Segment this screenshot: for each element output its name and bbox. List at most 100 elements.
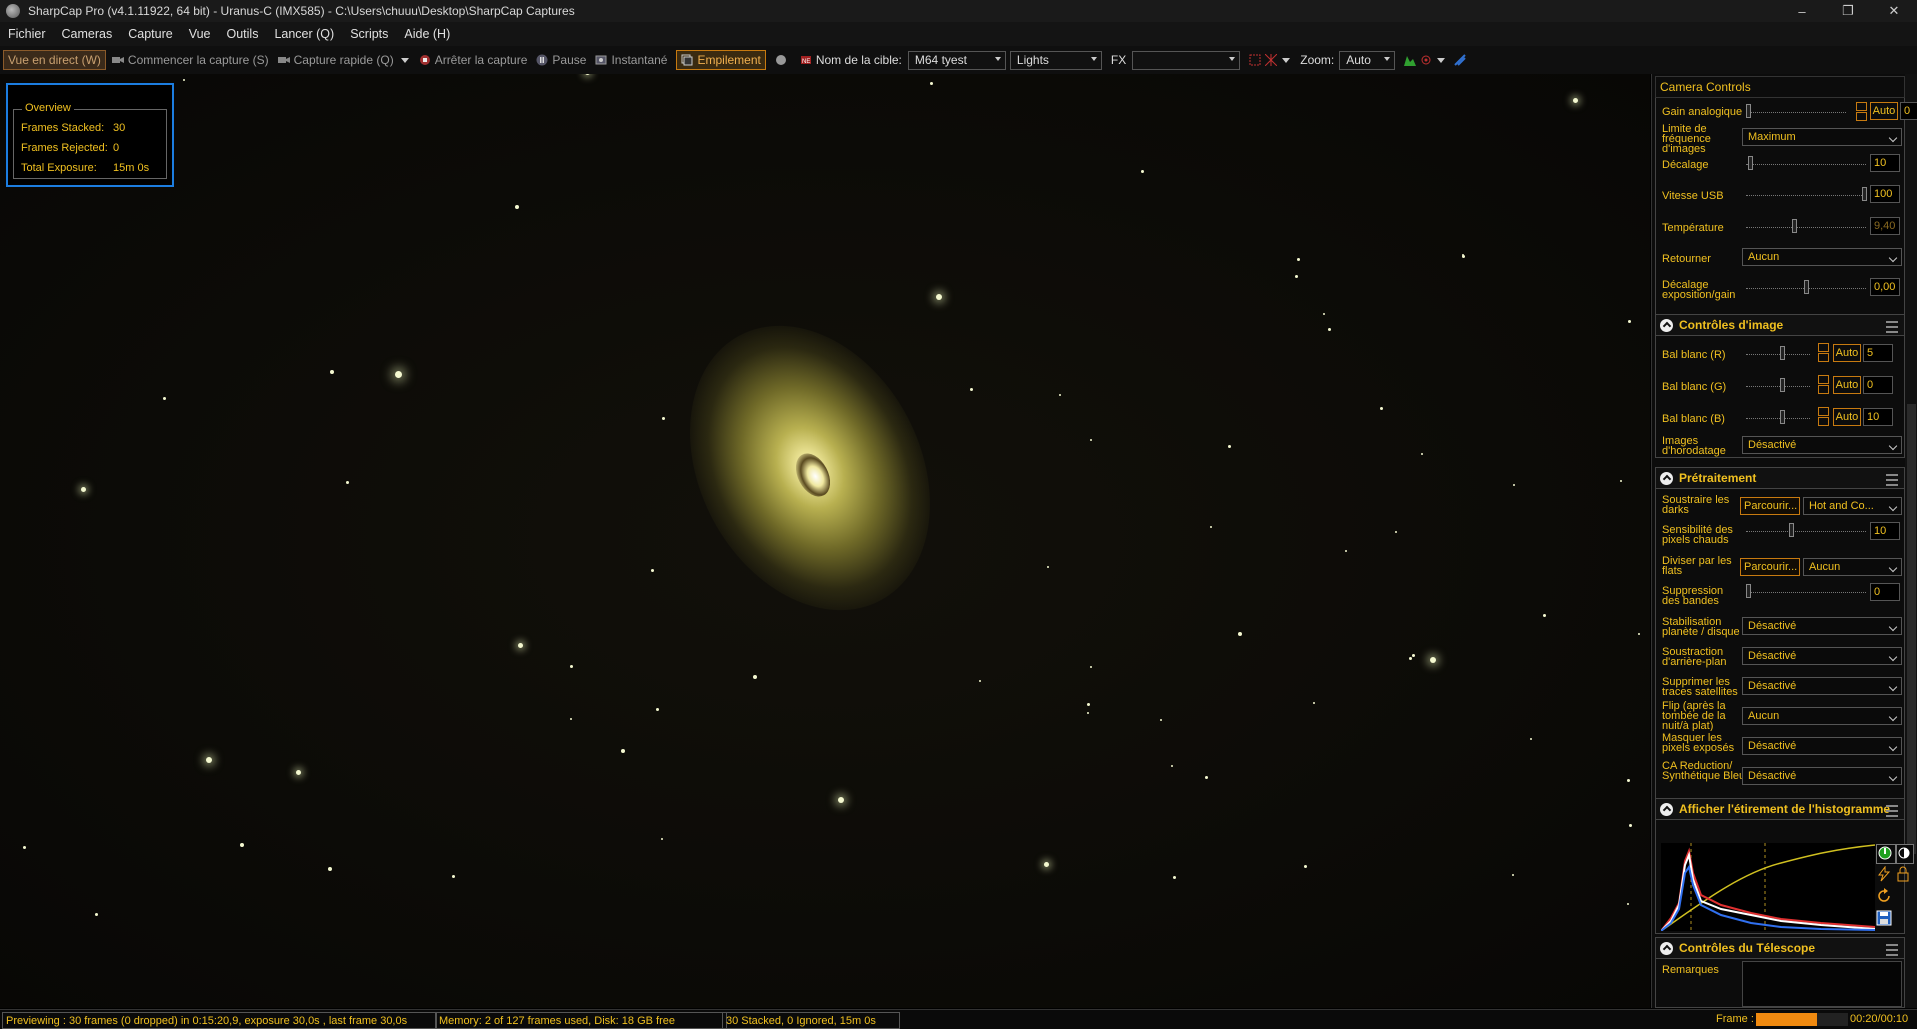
gain-auto-button[interactable]: Auto bbox=[1870, 102, 1898, 120]
preprocessing-header[interactable]: Prétraitement bbox=[1655, 467, 1905, 489]
wb-blue-slider-thumb[interactable] bbox=[1780, 410, 1785, 424]
stop-capture-button[interactable]: Arrêter la capture bbox=[419, 53, 527, 67]
menu-icon[interactable] bbox=[1886, 474, 1898, 486]
zoom-select[interactable]: Auto bbox=[1339, 50, 1396, 70]
pause-button[interactable]: Pause bbox=[536, 53, 586, 67]
polar-align-icon[interactable] bbox=[1454, 54, 1466, 66]
image-controls-header[interactable]: Contrôles d'image bbox=[1655, 314, 1905, 336]
offset-value[interactable]: 10 bbox=[1870, 154, 1900, 172]
menu-fichier[interactable]: Fichier bbox=[0, 27, 54, 41]
gain-spin-down[interactable] bbox=[1856, 112, 1867, 121]
wb-green-spin-down[interactable] bbox=[1818, 385, 1829, 394]
banding-value[interactable]: 0 bbox=[1870, 583, 1900, 601]
banding-slider[interactable] bbox=[1746, 584, 1866, 598]
gain-spin-up[interactable] bbox=[1856, 102, 1867, 111]
fps-select[interactable]: Maximum bbox=[1742, 128, 1902, 146]
menu-cameras[interactable]: Cameras bbox=[54, 27, 121, 41]
target-name-combo[interactable]: M64 tyest bbox=[907, 50, 1006, 70]
timestamp-select[interactable]: Désactivé bbox=[1742, 436, 1902, 454]
scrollbar-thumb[interactable] bbox=[1907, 404, 1916, 854]
darks-browse-button[interactable]: Parcourir... bbox=[1740, 497, 1800, 515]
wb-red-slider[interactable] bbox=[1746, 346, 1810, 360]
wb-green-value[interactable]: 0 bbox=[1863, 376, 1893, 394]
hotpix-value[interactable]: 10 bbox=[1870, 522, 1900, 540]
wb-red-spin-down[interactable] bbox=[1818, 353, 1829, 362]
wb-green-auto-button[interactable]: Auto bbox=[1833, 376, 1861, 394]
histogram-auto-stretch-button[interactable] bbox=[1876, 865, 1894, 884]
hotpix-slider-thumb[interactable] bbox=[1789, 523, 1794, 537]
selection-rect-icon[interactable] bbox=[1249, 54, 1261, 66]
image-viewport[interactable] bbox=[0, 74, 1650, 1008]
histogram-save-button[interactable] bbox=[1876, 910, 1894, 928]
collapse-icon[interactable] bbox=[1660, 941, 1673, 955]
histogram-icon[interactable] bbox=[1404, 54, 1417, 66]
menu-vue[interactable]: Vue bbox=[181, 27, 219, 41]
start-capture-button[interactable]: Commencer la capture (S) bbox=[111, 53, 269, 67]
wb-red-slider-thumb[interactable] bbox=[1780, 346, 1785, 360]
menu-outils[interactable]: Outils bbox=[219, 27, 267, 41]
offset-slider[interactable] bbox=[1746, 156, 1866, 170]
exposure-gain-slider[interactable] bbox=[1746, 280, 1866, 294]
gain-value[interactable]: 0 bbox=[1900, 102, 1917, 120]
wb-green-spin-up[interactable] bbox=[1818, 375, 1829, 384]
stabilization-select[interactable]: Désactivé bbox=[1742, 617, 1902, 635]
menu-icon[interactable] bbox=[1886, 805, 1898, 817]
satellite-trails-select[interactable]: Désactivé bbox=[1742, 677, 1902, 695]
menu-capture[interactable]: Capture bbox=[120, 27, 180, 41]
ca-reduction-select[interactable]: Désactivé bbox=[1742, 767, 1902, 785]
menu-scripts[interactable]: Scripts bbox=[342, 27, 396, 41]
wb-blue-spin-up[interactable] bbox=[1818, 407, 1829, 416]
exposure-gain-value[interactable]: 0,00 bbox=[1870, 278, 1900, 296]
wb-red-auto-button[interactable]: Auto bbox=[1833, 344, 1861, 362]
offset-slider-thumb[interactable] bbox=[1748, 156, 1753, 170]
menu-icon[interactable] bbox=[1886, 321, 1898, 333]
histogram-power-button[interactable] bbox=[1876, 844, 1896, 864]
wb-blue-auto-button[interactable]: Auto bbox=[1833, 408, 1861, 426]
quick-capture-button[interactable]: Capture rapide (Q) bbox=[277, 53, 410, 67]
usb-value[interactable]: 100 bbox=[1870, 185, 1900, 203]
histogram-contrast-button[interactable] bbox=[1896, 844, 1914, 864]
snapshot-button[interactable]: Instantané bbox=[595, 53, 667, 67]
menu-lancer[interactable]: Lancer (Q) bbox=[266, 27, 342, 41]
live-view-button[interactable]: Vue en direct (W) bbox=[3, 50, 106, 70]
telescope-header[interactable]: Contrôles du Télescope bbox=[1655, 937, 1905, 959]
collapse-icon[interactable] bbox=[1660, 802, 1673, 816]
flip-after-dusk-select[interactable]: Aucun bbox=[1742, 707, 1902, 725]
focus-icon[interactable] bbox=[1420, 54, 1432, 66]
hotpix-slider[interactable] bbox=[1746, 523, 1866, 537]
wb-red-value[interactable]: 5 bbox=[1863, 344, 1893, 362]
exposure-gain-slider-thumb[interactable] bbox=[1804, 280, 1809, 294]
darks-select[interactable]: Hot and Co... bbox=[1803, 497, 1902, 515]
histogram-reset-button[interactable] bbox=[1876, 888, 1894, 906]
minimize-button[interactable]: – bbox=[1779, 0, 1825, 22]
fx-select[interactable] bbox=[1132, 50, 1241, 70]
flats-select[interactable]: Aucun bbox=[1803, 558, 1902, 576]
chevron-down-icon[interactable] bbox=[1281, 55, 1291, 65]
record-toggle[interactable] bbox=[775, 54, 791, 66]
flip-select[interactable]: Aucun bbox=[1742, 248, 1902, 266]
collapse-icon[interactable] bbox=[1660, 471, 1673, 485]
frame-type-select[interactable]: Lights bbox=[1009, 50, 1102, 70]
menu-aide[interactable]: Aide (H) bbox=[396, 27, 458, 41]
histogram-chart[interactable] bbox=[1661, 843, 1875, 931]
flats-browse-button[interactable]: Parcourir... bbox=[1740, 558, 1800, 576]
stacking-button[interactable]: Empilement bbox=[676, 50, 766, 70]
histogram-header[interactable]: Afficher l'étirement de l'histogramme bbox=[1655, 798, 1905, 820]
gain-slider-thumb[interactable] bbox=[1746, 104, 1751, 118]
wb-blue-spin-down[interactable] bbox=[1818, 417, 1829, 426]
banding-slider-thumb[interactable] bbox=[1746, 584, 1751, 598]
close-button[interactable]: ✕ bbox=[1871, 0, 1917, 22]
mask-exposed-select[interactable]: Désactivé bbox=[1742, 737, 1902, 755]
chevron-down-icon[interactable] bbox=[400, 55, 410, 65]
usb-slider-thumb[interactable] bbox=[1862, 187, 1867, 201]
wb-blue-slider[interactable] bbox=[1746, 410, 1810, 424]
usb-slider[interactable] bbox=[1746, 187, 1867, 201]
crosshair-icon[interactable] bbox=[1265, 54, 1278, 66]
wb-green-slider-thumb[interactable] bbox=[1780, 378, 1785, 392]
chevron-down-icon[interactable] bbox=[1436, 55, 1446, 65]
wb-red-spin-up[interactable] bbox=[1818, 343, 1829, 352]
wb-green-slider[interactable] bbox=[1746, 378, 1810, 392]
histogram-lock-button[interactable] bbox=[1896, 866, 1912, 884]
maximize-button[interactable]: ❐ bbox=[1825, 0, 1871, 22]
gain-slider[interactable] bbox=[1746, 104, 1846, 118]
